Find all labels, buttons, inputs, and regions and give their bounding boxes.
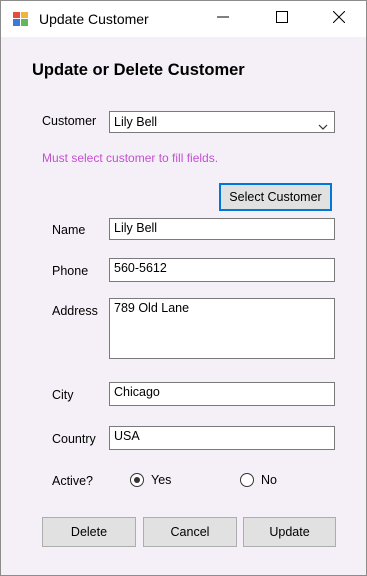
phone-field[interactable]: 560-5612 [109,258,335,282]
active-no-radio[interactable]: No [240,472,300,490]
active-yes-radio[interactable]: Yes [130,472,190,490]
active-yes-label: Yes [151,473,172,487]
radio-no-circle[interactable] [240,473,254,487]
maximize-icon [276,10,288,28]
delete-button[interactable]: Delete [42,517,136,547]
title-bar: Update Customer [1,1,366,37]
window-title: Update Customer [39,11,149,27]
customer-dropdown-value: Lily Bell [114,115,158,129]
close-button[interactable] [316,1,362,37]
minimize-icon [217,10,229,28]
maximize-button[interactable] [259,1,305,37]
country-field[interactable]: USA [109,426,335,450]
chevron-down-icon [318,118,328,130]
form-app-icon [13,12,29,27]
form-heading: Update or Delete Customer [32,61,245,79]
city-field[interactable]: Chicago [109,382,335,406]
close-icon [332,10,346,28]
name-label: Name [52,223,86,237]
select-customer-button[interactable]: Select Customer [219,183,332,211]
city-label: City [52,388,74,402]
active-no-label: No [261,473,277,487]
phone-label: Phone [52,264,89,278]
select-hint: Must select customer to fill fields. [42,151,219,165]
address-field[interactable]: 789 Old Lane [109,298,335,359]
address-label: Address [52,304,98,318]
update-button[interactable]: Update [243,517,336,547]
customer-label: Customer [42,114,97,128]
minimize-button[interactable] [200,1,246,37]
radio-selected-dot [134,477,140,483]
customer-dropdown[interactable]: Lily Bell [109,111,335,133]
update-customer-window: Update Customer Update or Delete Custome… [0,0,367,576]
country-label: Country [52,432,96,446]
name-field[interactable]: Lily Bell [109,218,335,240]
active-label: Active? [52,474,93,488]
cancel-button[interactable]: Cancel [143,517,237,547]
radio-yes-circle[interactable] [130,473,144,487]
